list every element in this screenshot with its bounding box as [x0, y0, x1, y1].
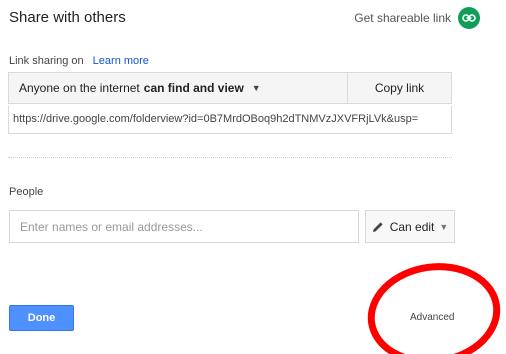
advanced-link[interactable]: Advanced	[410, 312, 454, 323]
get-shareable-link[interactable]: Get shareable link	[354, 11, 451, 25]
chevron-down-icon: ▼	[251, 83, 261, 93]
share-url-text[interactable]: https://drive.google.com/folderview?id=0…	[13, 113, 449, 125]
access-level-dropdown[interactable]: Anyone on the internet can find and view…	[9, 73, 347, 103]
pencil-icon	[372, 221, 384, 233]
link-icon[interactable]	[458, 7, 480, 29]
chevron-down-icon: ▼	[439, 221, 449, 232]
people-input[interactable]	[9, 210, 359, 243]
section-divider	[8, 157, 452, 158]
done-button[interactable]: Done	[9, 305, 74, 331]
permission-label: Can edit	[389, 219, 435, 234]
dialog-title: Share with others	[9, 9, 126, 26]
learn-more-link[interactable]: Learn more	[93, 55, 149, 67]
annotation-circle	[367, 263, 501, 354]
access-prefix: Anyone on the internet	[19, 81, 140, 95]
people-label: People	[9, 186, 44, 198]
permission-dropdown[interactable]: Can edit ▼	[365, 210, 455, 243]
link-sharing-label: Link sharing on	[9, 55, 84, 67]
link-sharing-status: Link sharing on Learn more	[9, 55, 149, 67]
access-level: can find and view	[143, 81, 244, 95]
copy-link-button[interactable]: Copy link	[348, 73, 451, 103]
